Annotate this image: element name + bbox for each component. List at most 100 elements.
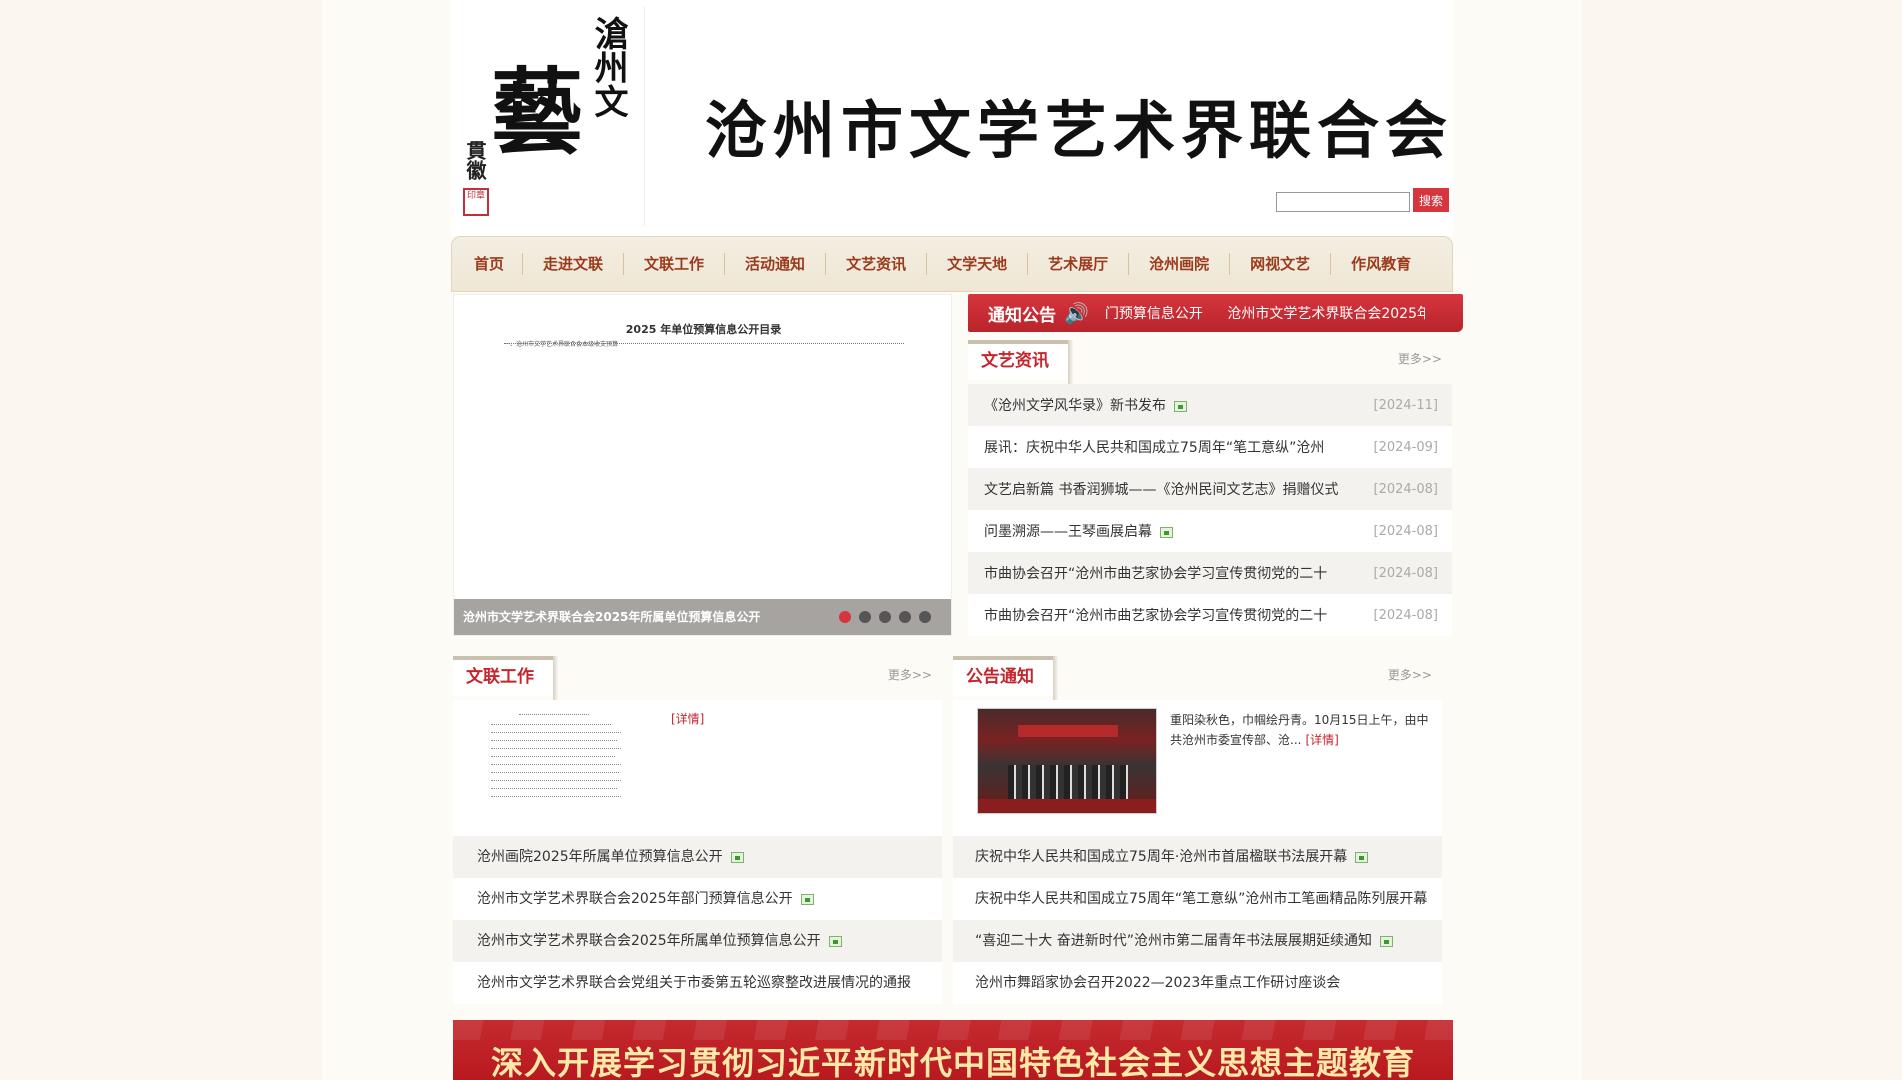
thumb-line xyxy=(491,748,621,749)
work-section-title[interactable]: 文联工作 xyxy=(453,656,559,700)
photo-carpet xyxy=(978,799,1156,813)
thumb-line xyxy=(491,764,621,765)
slider-dot-2[interactable] xyxy=(859,611,871,623)
news-item-title[interactable]: 展讯：庆祝中华人民共和国成立75周年“笔工意纵”沧州 xyxy=(984,437,1324,457)
work-item-title[interactable]: 沧州市文学艺术界联合会2025年部门预算信息公开 xyxy=(477,891,793,907)
news-item-date: [2024-08] xyxy=(1373,523,1438,539)
logo-signature: 貫徽 xyxy=(463,140,487,180)
slider-dots xyxy=(839,611,931,623)
notice-bar: 通知公告 🔊 门预算信息公开 沧州市文学艺术界联合会2025年 xyxy=(968,294,1463,332)
news-more-link[interactable]: 更多>> xyxy=(1398,350,1442,367)
banner-decoration xyxy=(453,1020,1453,1040)
slider-dot-1[interactable] xyxy=(839,611,851,623)
speaker-icon: 🔊 xyxy=(1064,301,1089,325)
work-more-link[interactable]: 更多>> xyxy=(888,666,932,683)
work-item-title[interactable]: 沧州市文学艺术界联合会2025年所属单位预算信息公开 xyxy=(477,933,821,949)
list-item[interactable]: 沧州市文学艺术界联合会党组关于市委第五轮巡察整改进展情况的通报 xyxy=(453,962,942,1004)
image-slider[interactable]: 2025 年单位预算信息公开目录 一、沧州市文学艺术界联合会本级收支预算 沧州市… xyxy=(453,294,952,636)
list-item[interactable]: 市曲协会召开“沧州市曲艺家协会学习宣传贯彻党的二十 [2024-08] xyxy=(968,552,1452,594)
news-item-title[interactable]: 文艺启新篇 书香润狮城——《沧州民间文艺志》捐赠仪式 xyxy=(984,479,1338,499)
logo-seal-stamp: 印章 xyxy=(463,188,489,216)
logo-calligraphy-main: 藝 xyxy=(491,58,584,166)
announcement-item-title[interactable]: “喜迎二十大 奋进新时代”沧州市第二届青年书法展展期延续通知 xyxy=(975,933,1372,949)
thumb-line xyxy=(491,740,617,741)
announcement-item-title[interactable]: 庆祝中华人民共和国成立75周年“笔工意纵”沧州市工笔画精品陈列展开幕 xyxy=(975,891,1427,907)
list-item[interactable]: 文艺启新篇 书香润狮城——《沧州民间文艺志》捐赠仪式 [2024-08] xyxy=(968,468,1452,510)
photo-people xyxy=(1008,765,1128,799)
search-button[interactable]: 搜索 xyxy=(1413,188,1449,212)
site-header: 藝 滄州文 貫徽 印章 沧州市文学艺术界联合会 搜索 xyxy=(451,0,1453,236)
list-item[interactable]: 庆祝中华人民共和国成立75周年·沧州市首届楹联书法展开幕 xyxy=(953,836,1442,878)
announcement-summary-text: 重阳染秋色，巾帼绘丹青。10月15日上午，由中共沧州市委宣传部、沧... xyxy=(1170,713,1429,747)
work-section-header: 文联工作 更多>> xyxy=(453,656,942,700)
nav-item-news[interactable]: 文艺资讯 xyxy=(826,253,928,275)
work-list: 沧州画院2025年所属单位预算信息公开 沧州市文学艺术界联合会2025年部门预算… xyxy=(453,836,942,1004)
list-item[interactable]: 庆祝中华人民共和国成立75周年“笔工意纵”沧州市工笔画精品陈列展开幕 xyxy=(953,878,1442,920)
work-item-title[interactable]: 沧州市文学艺术界联合会党组关于市委第五轮巡察整改进展情况的通报 xyxy=(477,975,911,991)
slider-dot-5[interactable] xyxy=(919,611,931,623)
nav-item-events[interactable]: 活动通知 xyxy=(725,253,827,275)
nav-item-home[interactable]: 首页 xyxy=(456,253,524,275)
list-item[interactable]: 沧州市文学艺术界联合会2025年所属单位预算信息公开 xyxy=(453,920,942,962)
new-badge-icon xyxy=(1379,935,1393,947)
news-list: 《沧州文学风华录》新书发布 [2024-11] 展讯：庆祝中华人民共和国成立75… xyxy=(968,384,1452,636)
new-badge-icon xyxy=(828,935,842,947)
nav-item-painting-academy[interactable]: 沧州画院 xyxy=(1129,253,1231,275)
notice-marquee-item[interactable]: 沧州市文学艺术界联合会2025年 xyxy=(1227,306,1425,322)
list-item[interactable]: 市曲协会召开“沧州市曲艺家协会学习宣传贯彻党的二十 [2024-08] xyxy=(968,594,1452,636)
page-wrapper: 藝 滄州文 貫徽 印章 沧州市文学艺术界联合会 搜索 首页 走进文联 文联工作 … xyxy=(451,0,1463,1080)
news-section-title[interactable]: 文艺资讯 xyxy=(968,340,1074,384)
work-feature-thumbnail[interactable] xyxy=(479,708,629,808)
list-item[interactable]: “喜迎二十大 奋进新时代”沧州市第二届青年书法展展期延续通知 xyxy=(953,920,1442,962)
thumb-line xyxy=(491,788,617,789)
slide-document-title: 2025 年单位预算信息公开目录 xyxy=(625,323,782,336)
news-item-title[interactable]: 问墨溯源——王琴画展启幕 xyxy=(984,524,1152,540)
search-input[interactable] xyxy=(1276,192,1410,212)
announcement-more-link[interactable]: 更多>> xyxy=(1388,666,1432,683)
slider-dot-3[interactable] xyxy=(879,611,891,623)
notice-title: 通知公告 xyxy=(988,305,1056,326)
list-item[interactable]: 展讯：庆祝中华人民共和国成立75周年“笔工意纵”沧州 [2024-09] xyxy=(968,426,1452,468)
nav-item-gallery[interactable]: 艺术展厅 xyxy=(1028,253,1130,275)
list-item[interactable]: 沧州市舞蹈家协会召开2022—2023年重点工作研讨座谈会 xyxy=(953,962,1442,1004)
news-item-date: [2024-09] xyxy=(1373,439,1438,455)
nav-item-about[interactable]: 走进文联 xyxy=(523,253,625,275)
list-item[interactable]: 问墨溯源——王琴画展启幕 [2024-08] xyxy=(968,510,1452,552)
theme-education-banner[interactable]: 深入开展学习贯彻习近平新时代中国特色社会主义思想主题教育 xyxy=(453,1020,1453,1080)
announcement-detail-link[interactable]: [详情] xyxy=(1305,733,1338,747)
slider-dot-4[interactable] xyxy=(899,611,911,623)
news-item-title[interactable]: 市曲协会召开“沧州市曲艺家协会学习宣传贯彻党的二十 xyxy=(984,563,1327,583)
news-item-date: [2024-08] xyxy=(1373,481,1438,497)
notice-marquee-item[interactable]: 门预算信息公开 xyxy=(1105,306,1203,322)
announcement-summary: 重阳染秋色，巾帼绘丹青。10月15日上午，由中共沧州市委宣传部、沧... [详情] xyxy=(1170,710,1432,750)
work-detail-link[interactable]: [详情] xyxy=(671,710,704,727)
list-item[interactable]: 《沧州文学风华录》新书发布 [2024-11] xyxy=(968,384,1452,426)
announcement-section-title[interactable]: 公告通知 xyxy=(953,656,1059,700)
site-logo[interactable]: 藝 滄州文 貫徽 印章 xyxy=(455,6,645,226)
nav-item-work[interactable]: 文联工作 xyxy=(624,253,726,275)
work-feature: [详情] xyxy=(453,700,942,836)
nav-item-conduct-education[interactable]: 作风教育 xyxy=(1331,253,1431,275)
news-section-header: 文艺资讯 更多>> xyxy=(968,340,1452,384)
news-item-title[interactable]: 《沧州文学风华录》新书发布 xyxy=(984,398,1166,414)
thumb-line xyxy=(491,772,619,773)
thumb-line xyxy=(491,724,611,725)
thumb-line xyxy=(491,796,621,797)
list-item[interactable]: 沧州画院2025年所属单位预算信息公开 xyxy=(453,836,942,878)
new-badge-icon xyxy=(800,893,814,905)
announcement-item-title[interactable]: 沧州市舞蹈家协会召开2022—2023年重点工作研讨座谈会 xyxy=(975,975,1340,991)
work-item-title[interactable]: 沧州画院2025年所属单位预算信息公开 xyxy=(477,849,723,865)
news-item-date: [2024-08] xyxy=(1373,565,1438,581)
list-item[interactable]: 沧州市文学艺术界联合会2025年部门预算信息公开 xyxy=(453,878,942,920)
thumb-line xyxy=(491,756,615,757)
news-item-title[interactable]: 市曲协会召开“沧州市曲艺家协会学习宣传贯彻党的二十 xyxy=(984,605,1327,625)
announcement-photo[interactable] xyxy=(977,708,1157,814)
new-badge-icon xyxy=(1160,526,1173,538)
thumb-line xyxy=(491,780,621,781)
new-badge-icon xyxy=(1355,851,1369,863)
news-item-date: [2024-08] xyxy=(1373,607,1438,623)
announcement-item-title[interactable]: 庆祝中华人民共和国成立75周年·沧州市首届楹联书法展开幕 xyxy=(975,849,1347,865)
announcement-feature: 重阳染秋色，巾帼绘丹青。10月15日上午，由中共沧州市委宣传部、沧... [详情] xyxy=(953,700,1442,836)
nav-item-video-arts[interactable]: 网视文艺 xyxy=(1230,253,1332,275)
nav-item-literature[interactable]: 文学天地 xyxy=(927,253,1029,275)
